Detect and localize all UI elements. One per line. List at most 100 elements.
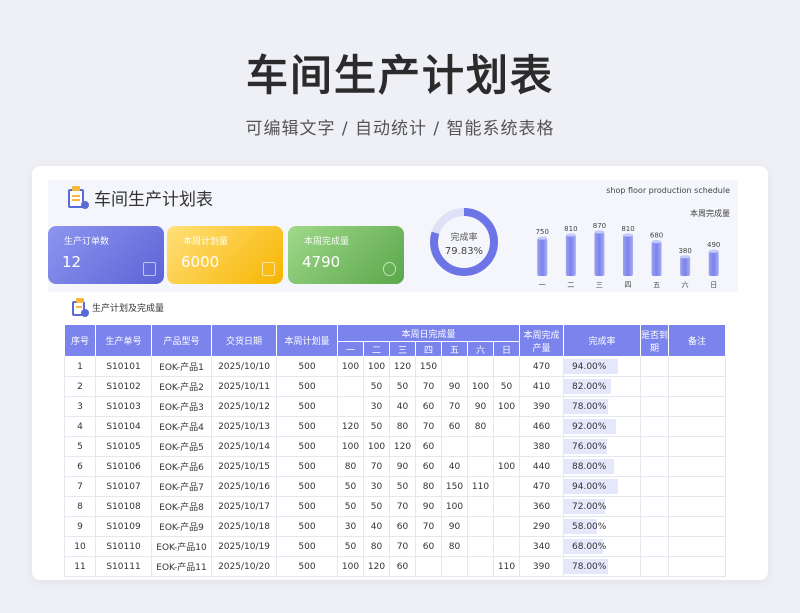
table-cell[interactable]: 90 (441, 376, 468, 397)
table-cell[interactable] (415, 556, 442, 577)
table-cell[interactable]: 2025/10/15 (211, 456, 277, 477)
table-cell[interactable]: 40 (389, 396, 416, 417)
table-cell[interactable]: 470 (519, 356, 564, 377)
rate-cell[interactable]: 68.00% (563, 536, 641, 557)
table-cell[interactable]: 2025/10/17 (211, 496, 277, 517)
table-cell[interactable]: 50 (337, 496, 364, 517)
table-cell[interactable] (640, 356, 669, 377)
table-cell[interactable]: 440 (519, 456, 564, 477)
table-cell[interactable]: EOK-产品6 (151, 456, 212, 477)
table-cell[interactable] (467, 496, 494, 517)
table-cell[interactable]: 460 (519, 416, 564, 437)
table-cell[interactable] (441, 356, 468, 377)
table-cell[interactable] (640, 416, 669, 437)
table-cell[interactable]: 500 (276, 536, 338, 557)
table-cell[interactable] (668, 416, 726, 437)
table-cell[interactable]: 2 (64, 376, 96, 397)
table-cell[interactable]: EOK-产品8 (151, 496, 212, 517)
table-cell[interactable]: 30 (363, 396, 390, 417)
table-cell[interactable]: EOK-产品11 (151, 556, 212, 577)
table-cell[interactable]: 340 (519, 536, 564, 557)
table-cell[interactable]: 50 (363, 416, 390, 437)
table-cell[interactable] (640, 556, 669, 577)
table-cell[interactable]: 110 (467, 476, 494, 497)
table-cell[interactable] (493, 356, 520, 377)
table-cell[interactable]: 50 (389, 476, 416, 497)
table-cell[interactable]: 100 (337, 436, 364, 457)
table-cell[interactable] (467, 556, 494, 577)
table-cell[interactable]: 11 (64, 556, 96, 577)
table-cell[interactable] (467, 516, 494, 537)
table-cell[interactable] (467, 536, 494, 557)
table-cell[interactable] (640, 436, 669, 457)
table-cell[interactable] (467, 456, 494, 477)
table-cell[interactable]: 2025/10/13 (211, 416, 277, 437)
table-cell[interactable]: 2025/10/11 (211, 376, 277, 397)
rate-cell[interactable]: 94.00% (563, 476, 641, 497)
table-cell[interactable] (668, 516, 726, 537)
table-cell[interactable]: 60 (389, 556, 416, 577)
rate-cell[interactable]: 58.00% (563, 516, 641, 537)
table-cell[interactable]: 80 (363, 536, 390, 557)
table-cell[interactable]: 150 (415, 356, 442, 377)
table-cell[interactable]: EOK-产品5 (151, 436, 212, 457)
table-cell[interactable] (668, 396, 726, 417)
table-cell[interactable]: 100 (363, 436, 390, 457)
table-cell[interactable] (493, 416, 520, 437)
table-cell[interactable]: 30 (337, 516, 364, 537)
table-cell[interactable]: 60 (389, 516, 416, 537)
table-cell[interactable] (467, 436, 494, 457)
rate-cell[interactable]: 76.00% (563, 436, 641, 457)
table-cell[interactable]: S10110 (95, 536, 152, 557)
table-cell[interactable]: 9 (64, 516, 96, 537)
table-cell[interactable]: 70 (415, 416, 442, 437)
table-cell[interactable] (640, 516, 669, 537)
table-cell[interactable]: S10102 (95, 376, 152, 397)
table-cell[interactable]: 100 (363, 356, 390, 377)
table-cell[interactable] (668, 476, 726, 497)
table-cell[interactable]: 1 (64, 356, 96, 377)
table-cell[interactable]: 380 (519, 436, 564, 457)
table-cell[interactable]: S10109 (95, 516, 152, 537)
table-cell[interactable]: EOK-产品10 (151, 536, 212, 557)
table-cell[interactable]: 80 (415, 476, 442, 497)
rate-cell[interactable]: 72.00% (563, 496, 641, 517)
table-cell[interactable]: 80 (389, 416, 416, 437)
table-cell[interactable]: 40 (363, 516, 390, 537)
rate-cell[interactable]: 82.00% (563, 376, 641, 397)
table-cell[interactable] (493, 496, 520, 517)
table-cell[interactable]: 90 (441, 516, 468, 537)
table-cell[interactable]: EOK-产品4 (151, 416, 212, 437)
table-cell[interactable] (640, 496, 669, 517)
table-cell[interactable]: EOK-产品2 (151, 376, 212, 397)
table-cell[interactable]: 100 (337, 556, 364, 577)
table-cell[interactable] (640, 536, 669, 557)
table-cell[interactable] (441, 436, 468, 457)
table-cell[interactable]: EOK-产品9 (151, 516, 212, 537)
table-cell[interactable]: 30 (363, 476, 390, 497)
table-cell[interactable]: 110 (493, 556, 520, 577)
table-cell[interactable]: 70 (389, 536, 416, 557)
table-cell[interactable] (668, 496, 726, 517)
table-cell[interactable]: 2025/10/20 (211, 556, 277, 577)
table-cell[interactable]: 90 (415, 496, 442, 517)
table-cell[interactable]: 500 (276, 476, 338, 497)
table-cell[interactable] (668, 456, 726, 477)
table-cell[interactable]: 50 (337, 476, 364, 497)
table-cell[interactable]: 500 (276, 356, 338, 377)
table-cell[interactable] (668, 356, 726, 377)
table-cell[interactable] (640, 396, 669, 417)
table-cell[interactable]: 60 (441, 416, 468, 437)
table-cell[interactable]: 500 (276, 436, 338, 457)
table-cell[interactable]: 60 (415, 456, 442, 477)
table-cell[interactable]: 2025/10/14 (211, 436, 277, 457)
table-cell[interactable]: 60 (415, 436, 442, 457)
table-cell[interactable]: EOK-产品3 (151, 396, 212, 417)
table-cell[interactable]: 50 (363, 376, 390, 397)
table-cell[interactable]: 2025/10/12 (211, 396, 277, 417)
table-cell[interactable]: 500 (276, 496, 338, 517)
table-cell[interactable]: 50 (493, 376, 520, 397)
table-cell[interactable] (640, 456, 669, 477)
table-cell[interactable]: 2025/10/19 (211, 536, 277, 557)
table-cell[interactable]: S10101 (95, 356, 152, 377)
